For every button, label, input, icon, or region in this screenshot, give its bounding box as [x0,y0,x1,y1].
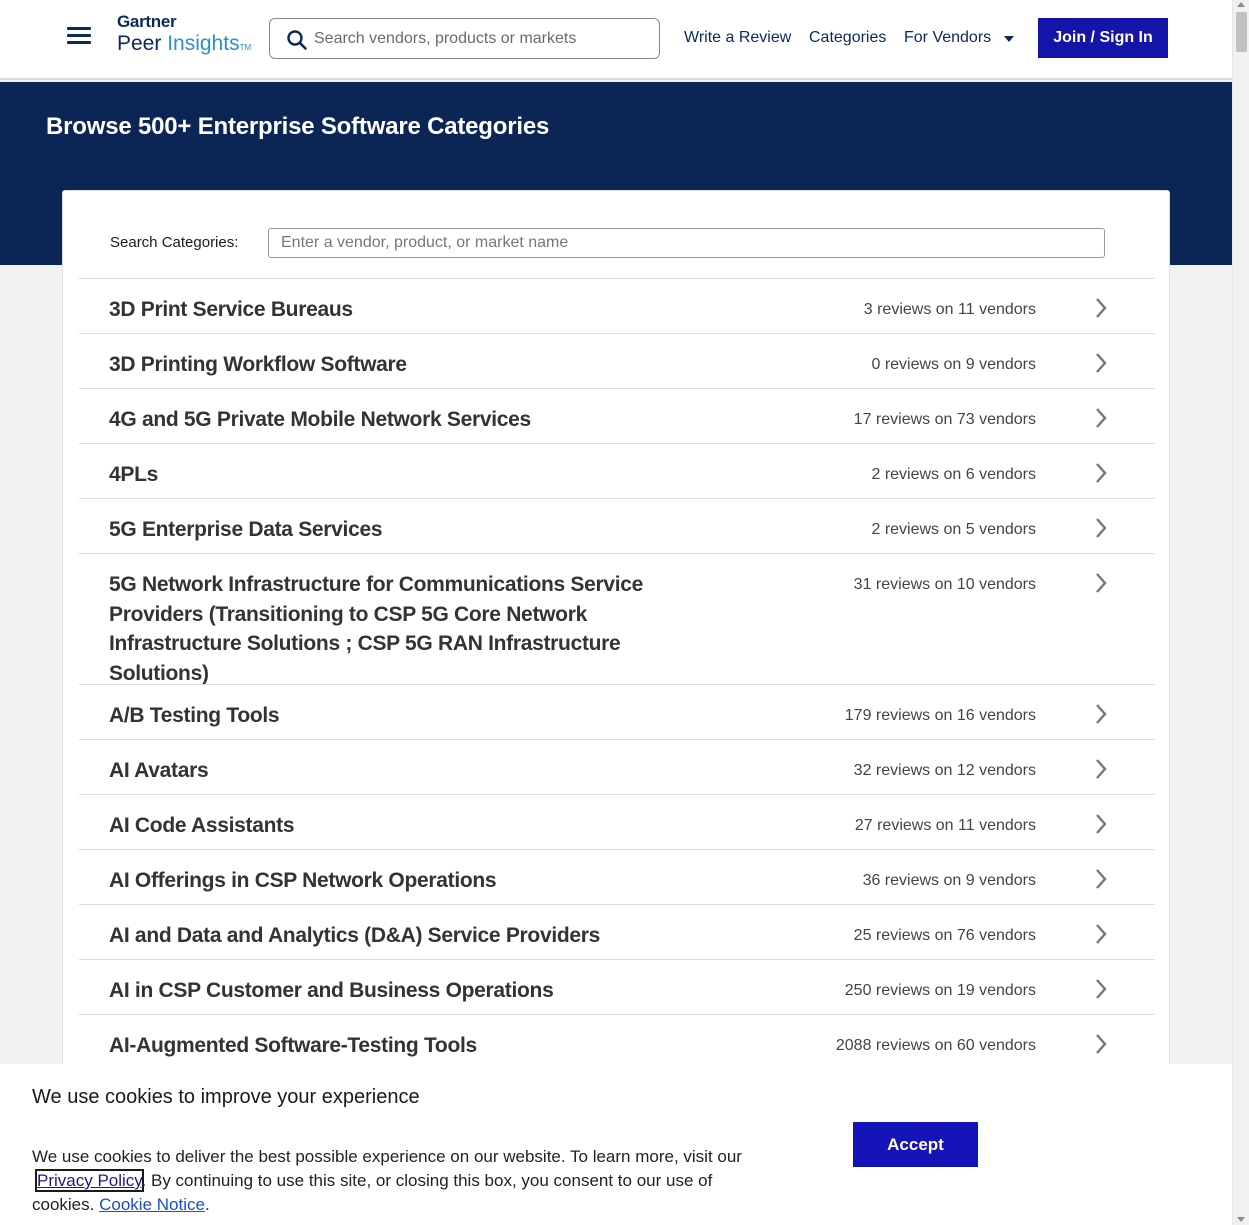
accept-cookies-button[interactable]: Accept [853,1122,978,1167]
category-review-count: 250 reviews on 19 vendors [844,982,1036,999]
cookie-banner: We use cookies to improve your experienc… [0,1064,1232,1225]
nav-categories[interactable]: Categories [809,29,886,47]
join-sign-in-button[interactable]: Join / Sign In [1038,18,1168,58]
category-row[interactable]: AI and Data and Analytics (D&A) Service … [79,904,1155,959]
category-review-count: 3 reviews on 11 vendors [863,301,1036,318]
category-name[interactable]: AI in CSP Customer and Business Operatio… [109,976,679,1006]
category-review-count: 25 reviews on 76 vendors [853,927,1036,944]
category-row[interactable]: 5G Enterprise Data Services 2 reviews on … [79,498,1155,553]
category-review-count: 2 reviews on 6 vendors [871,466,1036,483]
top-header: Gartner Peer InsightsTM Write a Review C… [0,0,1232,80]
category-review-count: 31 reviews on 10 vendors [853,576,1036,593]
category-name[interactable]: AI-Augmented Software-Testing Tools [109,1031,679,1061]
global-search-input[interactable] [314,27,644,51]
category-review-count: 0 reviews on 9 vendors [871,356,1036,373]
category-row[interactable]: AI-Augmented Software-Testing Tools 2088 … [79,1014,1155,1069]
menu-icon[interactable] [67,27,91,45]
category-search-label: Search Categories: [110,234,239,251]
category-name[interactable]: 4G and 5G Private Mobile Network Service… [109,405,679,435]
category-name[interactable]: A/B Testing Tools [109,701,679,731]
privacy-policy-link[interactable]: Privacy Policy [35,1169,144,1192]
nav-write-review[interactable]: Write a Review [684,29,791,47]
category-name[interactable]: AI Avatars [109,756,679,786]
categories-card: Search Categories: 3D Print Service Bure… [62,190,1170,1090]
scroll-down-icon[interactable] [1237,1217,1245,1222]
chevron-right-icon[interactable] [1093,813,1109,835]
category-row[interactable]: AI Code Assistants 27 reviews on 11 vendo… [79,794,1155,849]
chevron-right-icon[interactable] [1093,462,1109,484]
chevron-right-icon[interactable] [1093,407,1109,429]
page-title: Browse 500+ Enterprise Software Categori… [46,113,550,140]
category-review-count: 36 reviews on 9 vendors [862,872,1036,889]
logo-peer-insights-text: Peer InsightsTM [117,32,252,55]
category-search-input[interactable] [268,228,1105,258]
category-row[interactable]: 5G Network Infrastructure for Communicat… [79,553,1155,685]
category-row[interactable]: 4PLs 2 reviews on 6 vendors [79,443,1155,498]
cookie-banner-title: We use cookies to improve your experienc… [32,1086,420,1108]
category-review-count: 179 reviews on 16 vendors [844,707,1036,724]
chevron-right-icon[interactable] [1093,868,1109,890]
category-row[interactable]: AI Offerings in CSP Network Operations 36… [79,849,1155,904]
category-name[interactable]: 5G Enterprise Data Services [109,515,679,545]
category-review-count: 2 reviews on 5 vendors [871,521,1036,538]
category-row[interactable]: 4G and 5G Private Mobile Network Service… [79,388,1155,443]
category-row[interactable]: A/B Testing Tools 179 reviews on 16 vendo… [79,684,1155,739]
page-scrollbar[interactable] [1232,0,1249,1225]
category-row[interactable]: AI in CSP Customer and Business Operatio… [79,959,1155,1014]
logo-gartner-text: Gartner [117,12,177,31]
category-review-count: 17 reviews on 73 vendors [853,411,1036,428]
chevron-down-icon[interactable] [1004,36,1014,42]
chevron-right-icon[interactable] [1093,297,1109,319]
category-name[interactable]: 4PLs [109,460,679,490]
category-row[interactable]: 3D Printing Workflow Software 0 reviews o… [79,333,1155,388]
chevron-right-icon[interactable] [1093,1033,1109,1055]
category-review-count: 27 reviews on 11 vendors [854,817,1036,834]
category-name[interactable]: 3D Printing Workflow Software [109,350,679,380]
chevron-right-icon[interactable] [1093,517,1109,539]
chevron-right-icon[interactable] [1093,978,1109,1000]
category-review-count: 32 reviews on 12 vendors [853,762,1036,779]
search-icon [287,30,307,50]
global-search[interactable] [269,18,660,59]
category-review-count: 2088 reviews on 60 vendors [835,1037,1036,1054]
cookie-banner-text: We use cookies to deliver the best possi… [32,1147,742,1214]
scrollbar-thumb[interactable] [1236,12,1247,52]
chevron-right-icon[interactable] [1093,352,1109,374]
gartner-peer-insights-logo[interactable]: Gartner Peer InsightsTM [117,12,251,56]
category-name[interactable]: 3D Print Service Bureaus [109,295,679,325]
chevron-right-icon[interactable] [1093,703,1109,725]
chevron-right-icon[interactable] [1093,758,1109,780]
chevron-right-icon[interactable] [1093,923,1109,945]
cookie-notice-link[interactable]: Cookie Notice [99,1195,205,1214]
category-row[interactable]: AI Avatars 32 reviews on 12 vendors [79,739,1155,794]
category-list: 3D Print Service Bureaus 3 reviews on 11 … [79,278,1155,1069]
category-name[interactable]: AI and Data and Analytics (D&A) Service … [109,921,679,951]
category-name[interactable]: AI Code Assistants [109,811,679,841]
category-name[interactable]: AI Offerings in CSP Network Operations [109,866,679,896]
nav-for-vendors[interactable]: For Vendors [904,29,991,47]
scroll-up-icon[interactable] [1237,2,1245,7]
category-row[interactable]: 3D Print Service Bureaus 3 reviews on 11 … [79,278,1155,333]
category-name[interactable]: 5G Network Infrastructure for Communicat… [109,570,679,688]
chevron-right-icon[interactable] [1093,572,1109,594]
